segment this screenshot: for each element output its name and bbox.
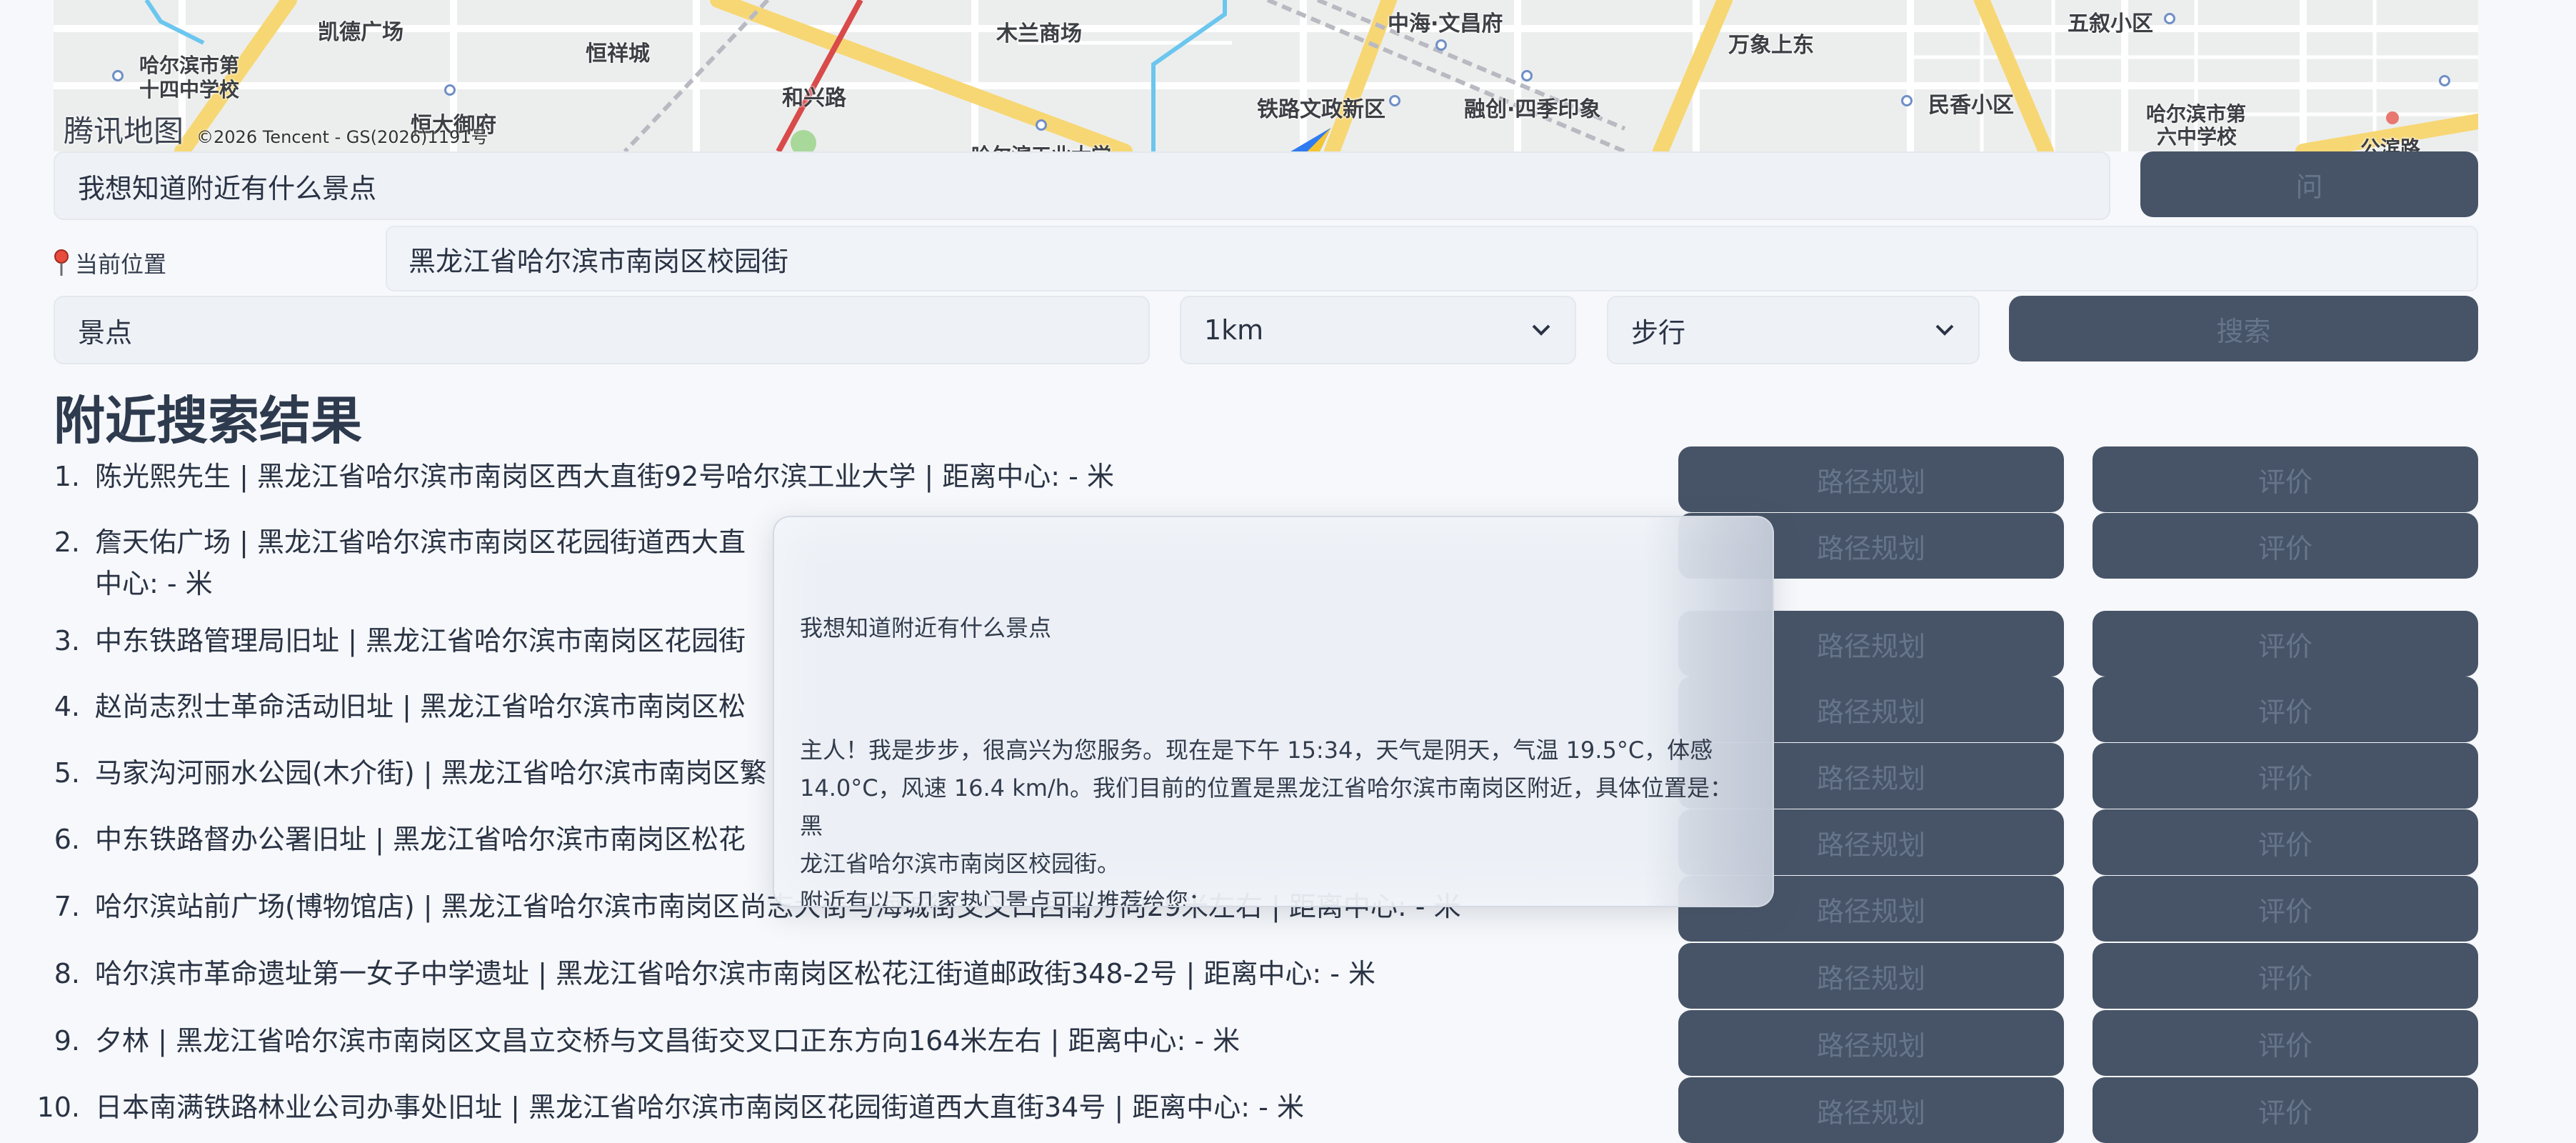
poi-marker-icon[interactable]	[444, 84, 456, 96]
assistant-response-popup[interactable]: 我想知道附近有什么景点 主人！我是步步，很高兴为您服务。现在是下午 15:34，…	[773, 516, 1774, 907]
travel-mode-select[interactable]: 步行	[1607, 296, 1980, 364]
ask-button[interactable]: 问	[2140, 151, 2478, 217]
map-label: 中海·文昌府	[1388, 11, 1503, 36]
result-text: 中东铁路管理局旧址 | 黑龙江省哈尔滨市南岗区花园街	[95, 625, 746, 657]
map-label: 木兰商场	[996, 21, 1082, 46]
result-text: 夕林 | 黑龙江省哈尔滨市南岗区文昌立交桥与文昌街交叉口正东方向164米左右 |…	[95, 1025, 1241, 1057]
result-number: 7.	[54, 891, 80, 922]
result-text: 马家沟河丽水公园(木介街) | 黑龙江省哈尔滨市南岗区繁	[95, 757, 767, 789]
chevron-down-icon	[1935, 324, 1954, 336]
current-location-label: 当前位置	[75, 251, 167, 278]
review-button[interactable]: 评价	[2093, 876, 2478, 942]
result-text: 哈尔滨市革命遗址第一女子中学遗址 | 黑龙江省哈尔滨市南岗区松花江街道邮政街34…	[95, 958, 1376, 989]
map-label: 凯德广场	[318, 20, 404, 45]
poi-marker-icon[interactable]	[112, 70, 124, 81]
chevron-down-icon	[1532, 324, 1550, 336]
radius-select-value: 1km	[1204, 314, 1264, 346]
poi-marker-icon[interactable]	[2164, 13, 2175, 24]
question-input[interactable]: 我想知道附近有什么景点	[54, 151, 2110, 220]
result-number: 10.	[36, 1092, 80, 1123]
result-number: 2.	[54, 526, 80, 558]
result-text: 陈光熙先生 | 黑龙江省哈尔滨市南岗区西大直街92号哈尔滨工业大学 | 距离中心…	[95, 461, 1114, 492]
radius-select[interactable]: 1km	[1180, 296, 1576, 364]
result-number: 8.	[54, 958, 80, 989]
route-planning-button[interactable]: 路径规划	[1678, 1010, 2064, 1076]
result-number: 6.	[54, 824, 80, 855]
location-pin-icon	[54, 249, 69, 276]
result-number: 5.	[54, 757, 80, 789]
result-number: 3.	[54, 625, 80, 657]
popup-answer-line: 14.0°C，风速 16.4 km/h。我们目前的位置是黑龙江省哈尔滨市南岗区附…	[800, 774, 1733, 839]
poi-marker-icon[interactable]	[1521, 70, 1533, 81]
review-button[interactable]: 评价	[2093, 446, 2478, 512]
result-text: 赵尚志烈士革命活动旧址 | 黑龙江省哈尔滨市南岗区松	[95, 691, 746, 722]
review-button[interactable]: 评价	[2093, 1010, 2478, 1076]
results-title: 附近搜索结果	[54, 391, 363, 451]
result-number: 4.	[54, 691, 80, 722]
search-button[interactable]: 搜索	[2009, 296, 2478, 361]
map-label: 十四中学校	[139, 78, 240, 101]
route-planning-button[interactable]: 路径规划	[1678, 446, 2064, 512]
route-planning-button[interactable]: 路径规划	[1678, 943, 2064, 1009]
popup-question: 我想知道附近有什么景点	[800, 614, 1052, 642]
popup-answer-line: 附近有以下几家热门景点可以推荐给您：	[800, 888, 1212, 907]
review-button[interactable]: 评价	[2093, 743, 2478, 809]
review-button[interactable]: 评价	[2093, 513, 2478, 579]
map-view[interactable]: 凯德广场 哈尔滨市第 十四中学校 恒祥城 恒大御府 和兴路 木兰商场 中海·文昌…	[54, 0, 2478, 151]
popup-answer-line: 龙江省哈尔滨市南岗区校园街。	[800, 850, 1121, 877]
poi-marker-icon[interactable]	[1435, 39, 1447, 51]
review-button[interactable]: 评价	[2093, 611, 2478, 677]
travel-mode-select-value: 步行	[1631, 316, 1686, 349]
map-label: 万象上东	[1728, 33, 1814, 58]
map-logo: 腾讯地图 ©2026 Tencent - GS(2026)1191号	[64, 107, 1331, 151]
result-number: 1.	[54, 461, 80, 492]
map-label: 五叙小区	[2068, 11, 2153, 36]
popup-answer-line: 主人！我是步步，很高兴为您服务。现在是下午 15:34，天气是阴天，气温 19.…	[800, 737, 1713, 764]
review-button[interactable]: 评价	[2093, 809, 2478, 875]
map-label: 恒祥城	[586, 41, 650, 66]
review-button[interactable]: 评价	[2093, 677, 2478, 742]
popup-answer: 主人！我是步步，很高兴为您服务。现在是下午 15:34，天气是阴天，气温 19.…	[800, 732, 1743, 907]
current-location-input[interactable]: 黑龙江省哈尔滨市南岗区校园街	[386, 226, 2478, 291]
tencent-map-logo-icon	[1290, 127, 1331, 151]
poi-marker-icon[interactable]	[1901, 95, 1913, 106]
route-planning-button[interactable]: 路径规划	[1678, 1077, 2064, 1143]
keyword-input[interactable]: 景点	[54, 296, 1150, 364]
current-location-label-row: 当前位置	[54, 234, 166, 291]
result-number: 9.	[54, 1025, 80, 1057]
review-button[interactable]: 评价	[2093, 943, 2478, 1009]
result-text: 詹天佑广场 | 黑龙江省哈尔滨市南岗区花园街道西大直	[95, 526, 746, 558]
result-text-continued: 中心: - 米	[95, 568, 213, 599]
poi-marker-icon[interactable]	[2439, 75, 2450, 86]
review-button[interactable]: 评价	[2093, 1077, 2478, 1143]
result-text: 中东铁路督办公署旧址 | 黑龙江省哈尔滨市南岗区松花	[95, 824, 746, 855]
result-text: 日本南满铁路林业公司办事处旧址 | 黑龙江省哈尔滨市南岗区花园街道西大直街34号…	[95, 1092, 1304, 1123]
poi-marker-icon[interactable]	[1389, 95, 1400, 106]
